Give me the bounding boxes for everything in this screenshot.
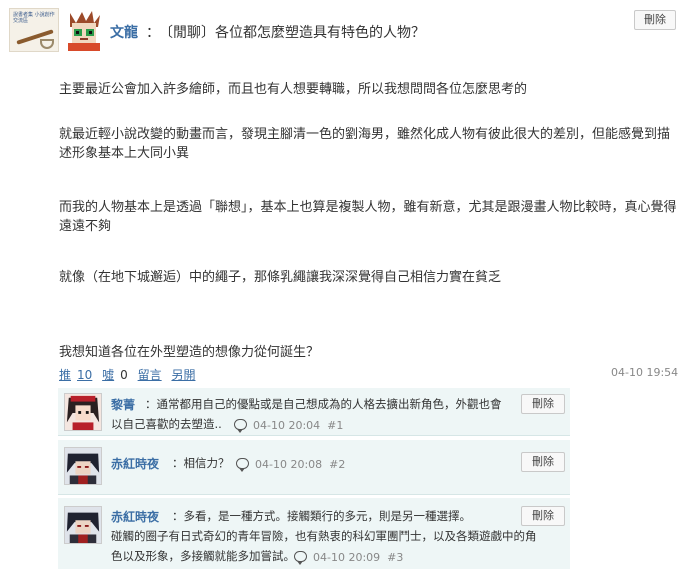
commenter-avatar[interactable] — [64, 393, 102, 431]
cup-icon — [40, 39, 54, 49]
comment-timestamp: 04-10 20:04 — [253, 419, 321, 432]
comment-timestamp: 04-10 20:09 — [313, 551, 381, 564]
comment-delete-button[interactable]: 刪除 — [521, 452, 565, 472]
comment-item: 黎菁 ：通常都用自己的優點或是自己想成為的人格去擴出新角色，外觀也會 以自己喜歡… — [58, 388, 570, 436]
push-button[interactable]: 推 — [59, 368, 71, 382]
comment-delete-button[interactable]: 刪除 — [521, 394, 565, 414]
comment-text: ：多看，是一種方式。接觸類行的多元，則是另一種選擇。 — [172, 509, 471, 523]
comment-item: 赤紅時夜 ：多看，是一種方式。接觸類行的多元，則是另一種選擇。 碰觸的圈子有日式… — [58, 498, 570, 569]
commenter-avatar[interactable] — [64, 506, 102, 544]
comment-floor: #2 — [329, 458, 346, 471]
chat-bubble-icon[interactable] — [294, 551, 307, 565]
post-delete-button[interactable]: 刪除 — [634, 10, 676, 30]
boo-button[interactable]: 噓 — [102, 368, 114, 382]
comment-text: 以自己喜歡的去塑造.. — [111, 417, 222, 431]
comment-delete-button[interactable]: 刪除 — [521, 506, 565, 526]
chat-bubble-icon[interactable] — [236, 458, 249, 472]
board-avatar[interactable]: 說書者集 小說創作 交流區 — [9, 8, 59, 52]
post-header: 說書者集 小說創作 交流區 文龍 ： 〔閒聊〕各位都怎麼塑造具有特色的人物？ — [9, 5, 679, 52]
post-title: 〔閒聊〕各位都怎麼塑造具有特色的人物？ — [159, 25, 425, 41]
share-link[interactable]: 另開 — [171, 368, 195, 382]
post-actions: 推 10 噓0 留言 另開 — [59, 366, 201, 383]
post-paragraph: 主要最近公會加入許多繪師，而且也有人想要轉職，所以我想問問各位怎麼思考的 — [59, 82, 528, 97]
comment-text: 色以及形象，多接觸就能多加嘗試。 — [111, 549, 295, 563]
comment-meta: 04-10 20:08 #2 — [236, 458, 346, 472]
commenter-avatar[interactable] — [64, 447, 102, 485]
commenter-name[interactable]: 黎菁 — [111, 396, 135, 413]
comment-text: ：通常都用自己的優點或是自己想成為的人格去擴出新角色，外觀也會 — [145, 397, 502, 411]
comment-item: 赤紅時夜 ：相信力？ 04-10 20:08 #2 刪除 — [58, 440, 570, 495]
post-paragraph: 就最近輕小說改變的動畫而言，發現主腳清一色的劉海男，雖然化成人物有彼此很大的差別… — [59, 127, 671, 161]
post-paragraph: 而我的人物基本上是透過「聯想」，基本上也算是複製人物，雖有新意，尤其是跟漫畫人物… — [59, 200, 677, 234]
chat-bubble-icon[interactable] — [234, 419, 247, 433]
post-paragraph: 就像（在地下城邂逅）中的繩子，那條乳繩讓我深深覺得自己相信力實在貧乏 — [59, 270, 502, 285]
avatar[interactable] — [62, 9, 106, 51]
comment-floor: #1 — [327, 419, 344, 432]
boo-count: 0 — [120, 368, 128, 382]
comment-text: ：相信力？ — [172, 456, 230, 470]
comment-meta: 04-10 20:04 #1 — [234, 419, 344, 433]
comment-meta: 04-10 20:09 #3 — [294, 551, 404, 565]
comment-timestamp: 04-10 20:08 — [255, 458, 323, 471]
title-colon: ： — [146, 25, 160, 41]
post-paragraph: 我想知道各位在外型塑造的想像力從何誕生？ — [59, 345, 320, 360]
comment-floor: #3 — [387, 551, 404, 564]
commenter-name[interactable]: 赤紅時夜 — [111, 508, 159, 525]
comment-text: 碰觸的圈子有日式奇幻的青年冒險，也有熱衷的科幻軍團鬥士，以及各類遊戲中的角 — [111, 529, 537, 543]
push-count[interactable]: 10 — [77, 368, 92, 382]
post-timestamp: 04-10 19:54 — [611, 366, 679, 379]
commenter-name[interactable]: 赤紅時夜 — [111, 455, 159, 472]
reply-link[interactable]: 留言 — [138, 368, 162, 382]
post-author-name[interactable]: 文龍 — [110, 22, 138, 42]
board-avatar-text: 說書者集 小說創作 交流區 — [13, 12, 55, 24]
